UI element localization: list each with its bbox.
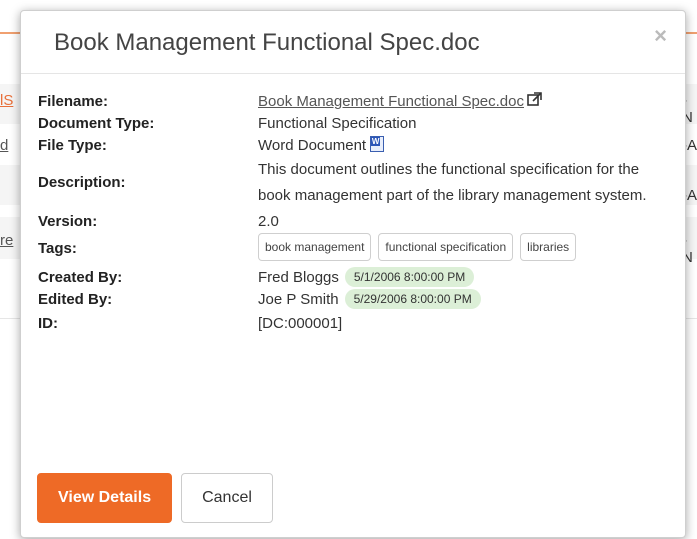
editedby-row: Edited By: Joe P Smith 5/29/2006 8:00:00 … [38, 289, 678, 311]
edited-date-badge: 5/29/2006 8:00:00 PM [344, 289, 481, 310]
createdby-value: Fred Bloggs [258, 269, 339, 287]
filename-link[interactable]: Book Management Functional Spec.doc [258, 93, 524, 110]
filetype-label: File Type: [38, 137, 107, 155]
description-row: Description: This document outlines the … [38, 157, 678, 209]
document-details-modal: Book Management Functional Spec.doc × Fi… [20, 10, 686, 538]
version-row: Version: 2.0 [38, 211, 678, 233]
editedby-label: Edited By: [38, 291, 113, 309]
filetype-value: Word Document [258, 137, 367, 155]
external-link-icon[interactable] [527, 91, 542, 113]
filename-value: Book Management Functional Spec.doc [258, 91, 678, 113]
filetype-value-wrap: Word Document [258, 135, 678, 157]
close-icon[interactable]: × [654, 25, 667, 47]
createdby-label: Created By: [38, 269, 123, 287]
version-value: 2.0 [258, 213, 279, 231]
editedby-value: Joe P Smith [258, 291, 339, 309]
doctype-label: Document Type: [38, 115, 155, 133]
bg-link-fragment[interactable]: re [0, 232, 13, 249]
view-details-button[interactable]: View Details [37, 473, 173, 523]
filetype-row: File Type: Word Document [38, 135, 678, 157]
tags-row: Tags: book management functional specific… [38, 233, 678, 265]
doctype-row: Document Type: Functional Specification [38, 113, 678, 135]
id-row: ID: [DC:000001] [38, 313, 678, 335]
tags-label: Tags: [38, 240, 77, 258]
doctype-value: Functional Specification [258, 115, 417, 133]
filename-row: Filename: Book Management Functional Spe… [38, 91, 678, 113]
filename-label: Filename: [38, 93, 109, 111]
word-document-icon [370, 136, 385, 153]
description-label: Description: [38, 174, 126, 192]
created-date-badge: 5/1/2006 8:00:00 PM [344, 267, 475, 288]
bg-link-fragment[interactable]: lS [0, 92, 13, 109]
createdby-row: Created By: Fred Bloggs 5/1/2006 8:00:00 … [38, 267, 678, 289]
id-label: ID: [38, 315, 58, 333]
createdby-value-wrap: Fred Bloggs 5/1/2006 8:00:00 PM [258, 267, 678, 289]
modal-footer: View Details Cancel [37, 473, 273, 523]
version-label: Version: [38, 213, 98, 231]
tag-chip[interactable]: functional specification [378, 233, 514, 262]
cancel-button[interactable]: Cancel [181, 473, 273, 523]
tags-list: book management functional specification l… [258, 233, 658, 265]
tag-chip[interactable]: book management [258, 233, 372, 262]
bg-link-fragment[interactable]: d [0, 137, 8, 154]
modal-title: Book Management Functional Spec.doc [54, 29, 480, 56]
tag-chip[interactable]: libraries [520, 233, 577, 262]
editedby-value-wrap: Joe P Smith 5/29/2006 8:00:00 PM [258, 289, 678, 311]
description-value: This document outlines the functional sp… [258, 161, 647, 205]
modal-header: Book Management Functional Spec.doc × [21, 11, 685, 74]
document-fields: Filename: Book Management Functional Spe… [38, 91, 678, 335]
id-value: [DC:000001] [258, 315, 343, 333]
